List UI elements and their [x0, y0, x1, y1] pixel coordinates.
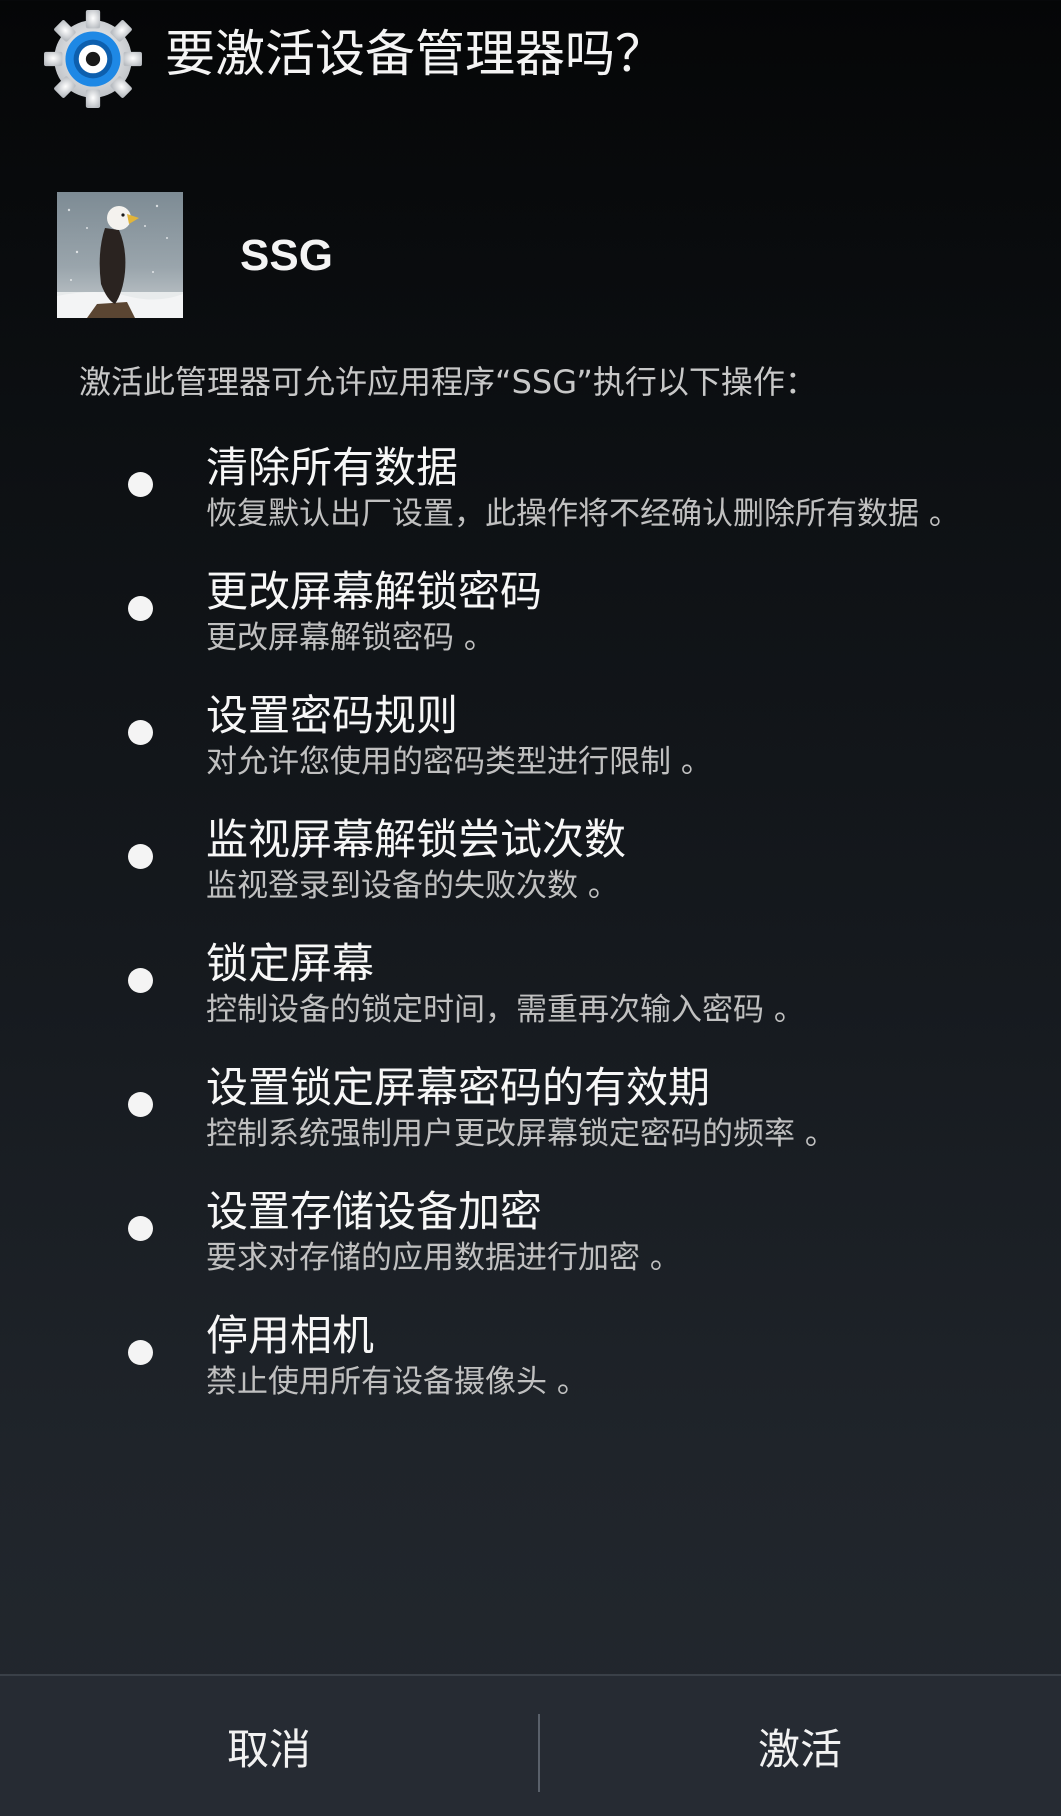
policy-item: 锁定屏幕 控制设备的锁定时间，需重再次输入密码 。: [0, 936, 1061, 1060]
policy-title: 停用相机: [206, 1311, 375, 1360]
settings-gear-icon: [44, 10, 142, 108]
policy-description: 禁止使用所有设备摄像头 。: [206, 1364, 588, 1400]
policy-title: 锁定屏幕: [206, 939, 375, 988]
bullet-icon: [128, 968, 153, 993]
dialog-title: 要激活设备管理器吗？: [165, 25, 665, 83]
policy-title: 设置存储设备加密: [206, 1187, 543, 1236]
policy-title: 更改屏幕解锁密码: [206, 567, 543, 616]
bullet-icon: [128, 1216, 153, 1241]
bullet-icon: [128, 844, 153, 869]
policy-item: 清除所有数据 恢复默认出厂设置，此操作将不经确认删除所有数据 。: [0, 440, 1061, 564]
policy-list: 清除所有数据 恢复默认出厂设置，此操作将不经确认删除所有数据 。 更改屏幕解锁密…: [0, 440, 1061, 1432]
bald-eagle-app-icon: [57, 192, 183, 318]
policy-item: 设置存储设备加密 要求对存储的应用数据进行加密 。: [0, 1184, 1061, 1308]
policy-item: 监视屏幕解锁尝试次数 监视登录到设备的失败次数 。: [0, 812, 1061, 936]
policy-description: 对允许您使用的密码类型进行限制 。: [206, 744, 712, 780]
policy-item: 设置锁定屏幕密码的有效期 控制系统强制用户更改屏幕锁定密码的频率 。: [0, 1060, 1061, 1184]
policy-title: 设置密码规则: [206, 691, 459, 740]
policy-title: 设置锁定屏幕密码的有效期: [206, 1063, 711, 1112]
policy-description: 控制系统强制用户更改屏幕锁定密码的频率 。: [206, 1116, 836, 1152]
app-header: SSG: [0, 192, 1061, 320]
policy-title: 监视屏幕解锁尝试次数: [206, 815, 627, 864]
policy-description: 更改屏幕解锁密码 。: [206, 620, 495, 656]
dialog-button-bar: 取消 激活: [0, 1674, 1061, 1816]
policy-description: 控制设备的锁定时间，需重再次输入密码 。: [206, 992, 805, 1028]
bullet-icon: [128, 596, 153, 621]
bullet-icon: [128, 720, 153, 745]
policy-item: 停用相机 禁止使用所有设备摄像头 。: [0, 1308, 1061, 1432]
bullet-icon: [128, 1092, 153, 1117]
policy-description: 监视登录到设备的失败次数 。: [206, 868, 619, 904]
app-name: SSG: [240, 231, 333, 280]
policy-description: 恢复默认出厂设置，此操作将不经确认删除所有数据 。: [206, 496, 960, 532]
cancel-button[interactable]: 取消: [0, 1676, 538, 1816]
policy-description: 要求对存储的应用数据进行加密 。: [206, 1240, 681, 1276]
policy-title: 清除所有数据: [206, 443, 459, 492]
policy-item: 更改屏幕解锁密码 更改屏幕解锁密码 。: [0, 564, 1061, 688]
intro-text: 激活此管理器可允许应用程序“SSG”执行以下操作：: [79, 363, 817, 401]
policy-item: 设置密码规则 对允许您使用的密码类型进行限制 。: [0, 688, 1061, 812]
dialog-title-bar: 要激活设备管理器吗？: [0, 0, 1061, 110]
bullet-icon: [128, 1340, 153, 1365]
bullet-icon: [128, 472, 153, 497]
activate-button[interactable]: 激活: [539, 1676, 1061, 1816]
